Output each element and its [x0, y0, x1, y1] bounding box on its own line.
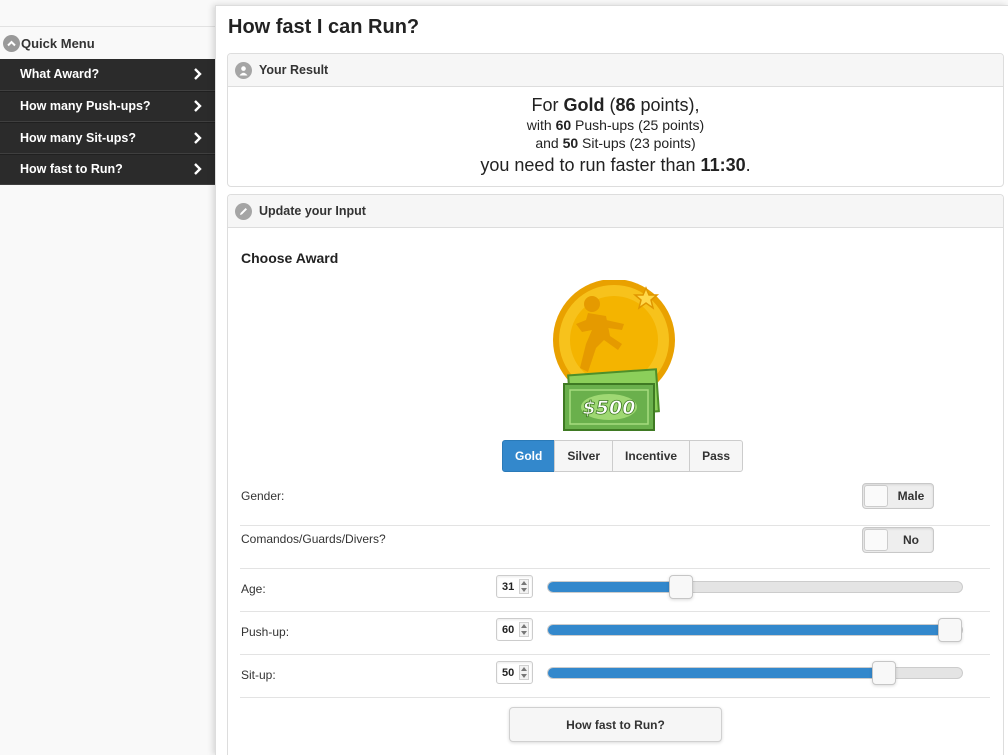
situp-label: Sit-up:: [241, 668, 276, 682]
how-fast-to-run-button[interactable]: How fast to Run?: [509, 707, 722, 742]
input-panel: Update your Input Choose Award $500 Gold…: [227, 194, 1004, 755]
chevron-right-icon: [193, 162, 203, 176]
age-value: 31: [502, 581, 515, 593]
spin-up-icon[interactable]: [521, 667, 527, 672]
award-option-incentive[interactable]: Incentive: [612, 440, 691, 472]
age-label: Age:: [241, 582, 266, 596]
spin-down-icon[interactable]: [521, 587, 527, 592]
choose-award-heading: Choose Award: [241, 250, 339, 266]
slider-handle[interactable]: [872, 661, 896, 685]
page-title: How fast I can Run?: [228, 16, 420, 38]
menu-item-label: How many Push-ups?: [20, 99, 151, 114]
result-situp-count: 50: [562, 135, 579, 151]
situp-spinner[interactable]: [519, 665, 529, 680]
pushup-row: Push-up: 60: [240, 612, 990, 655]
result-award-line: For Gold (86 points),: [531, 95, 700, 115]
user-icon: [235, 61, 252, 79]
slider-fill: [548, 625, 950, 635]
sidebar-divider: [0, 26, 215, 27]
input-panel-title: Update your Input: [259, 204, 366, 218]
situp-row: Sit-up: 50: [240, 655, 990, 698]
chevron-right-icon: [193, 67, 203, 81]
slider-handle[interactable]: [669, 575, 693, 599]
pencil-icon: [235, 202, 252, 220]
gender-label: Gender:: [241, 489, 285, 503]
result-award: Gold: [563, 95, 605, 115]
slider-handle[interactable]: [938, 618, 962, 642]
spin-down-icon[interactable]: [521, 630, 527, 635]
result-summary: For Gold (86 points), with 60 Push-ups (…: [228, 87, 1003, 177]
spin-up-icon[interactable]: [521, 581, 527, 586]
sidebar: Quick Menu What Award? How many Push-ups…: [0, 0, 215, 755]
award-option-gold[interactable]: Gold: [502, 440, 556, 472]
result-points: 86: [615, 95, 636, 115]
menu-item-sit-ups[interactable]: How many Sit-ups?: [0, 122, 215, 154]
situp-slider[interactable]: [547, 661, 963, 685]
age-row: Age: 31: [240, 569, 990, 612]
menu-item-run[interactable]: How fast to Run?: [0, 153, 215, 185]
menu-item-push-ups[interactable]: How many Push-ups?: [0, 90, 215, 122]
spin-up-icon[interactable]: [521, 624, 527, 629]
menu-item-label: How fast to Run?: [20, 162, 123, 177]
menu-item-label: How many Sit-ups?: [20, 130, 136, 145]
result-panel: Your Result For Gold (86 points), with 6…: [227, 53, 1004, 187]
chevron-right-icon: [193, 99, 203, 113]
gold-medal-cash-icon: $500: [553, 280, 675, 431]
slider-fill: [548, 582, 681, 592]
chevron-up-icon[interactable]: [3, 34, 20, 52]
award-option-silver[interactable]: Silver: [554, 440, 614, 472]
gender-row: Gender: Male: [240, 483, 990, 526]
pushup-input[interactable]: 60: [496, 618, 533, 641]
quick-menu: What Award? How many Push-ups? How many …: [0, 59, 215, 185]
gender-toggle[interactable]: Male: [862, 483, 934, 509]
age-slider[interactable]: [547, 575, 963, 599]
result-panel-title: Your Result: [259, 63, 329, 77]
menu-item-label: What Award?: [20, 67, 100, 82]
result-panel-header: Your Result: [228, 54, 1003, 87]
award-selector: Gold Silver Incentive Pass: [502, 440, 744, 472]
result-pushup-count: 60: [555, 117, 572, 133]
pushup-spinner[interactable]: [519, 622, 529, 637]
cash-amount: $500: [583, 397, 636, 419]
award-option-pass[interactable]: Pass: [689, 440, 744, 472]
gender-value: Male: [897, 489, 925, 503]
menu-item-what-award[interactable]: What Award?: [0, 59, 215, 91]
quick-menu-title: Quick Menu: [21, 35, 95, 51]
vocation-toggle[interactable]: No: [862, 527, 934, 553]
age-input[interactable]: 31: [496, 575, 533, 598]
result-run-time: 11:30: [700, 155, 746, 175]
pushup-value: 60: [502, 624, 515, 636]
spin-down-icon[interactable]: [521, 673, 527, 678]
situp-value: 50: [502, 667, 515, 679]
result-run-line: you need to run faster than 11:30.: [480, 155, 751, 175]
toggle-knob: [864, 529, 888, 551]
vocation-label: Comandos/Guards/Divers?: [241, 532, 386, 546]
age-spinner[interactable]: [519, 579, 529, 594]
result-pushup-line: with 60 Push-ups (25 points): [526, 117, 705, 133]
pushup-slider[interactable]: [547, 618, 963, 642]
pushup-label: Push-up:: [241, 625, 290, 639]
chevron-right-icon: [193, 131, 203, 145]
situp-input[interactable]: 50: [496, 661, 533, 684]
vocation-row: Comandos/Guards/Divers? No: [240, 526, 990, 569]
quick-menu-header[interactable]: Quick Menu: [0, 30, 215, 56]
toggle-knob: [864, 485, 888, 507]
vocation-value: No: [903, 533, 919, 547]
input-panel-header: Update your Input: [228, 195, 1003, 228]
slider-fill: [548, 668, 884, 678]
result-situp-line: and 50 Sit-ups (23 points): [535, 135, 696, 151]
main-content: How fast I can Run? Your Result For Gold…: [215, 5, 1008, 755]
